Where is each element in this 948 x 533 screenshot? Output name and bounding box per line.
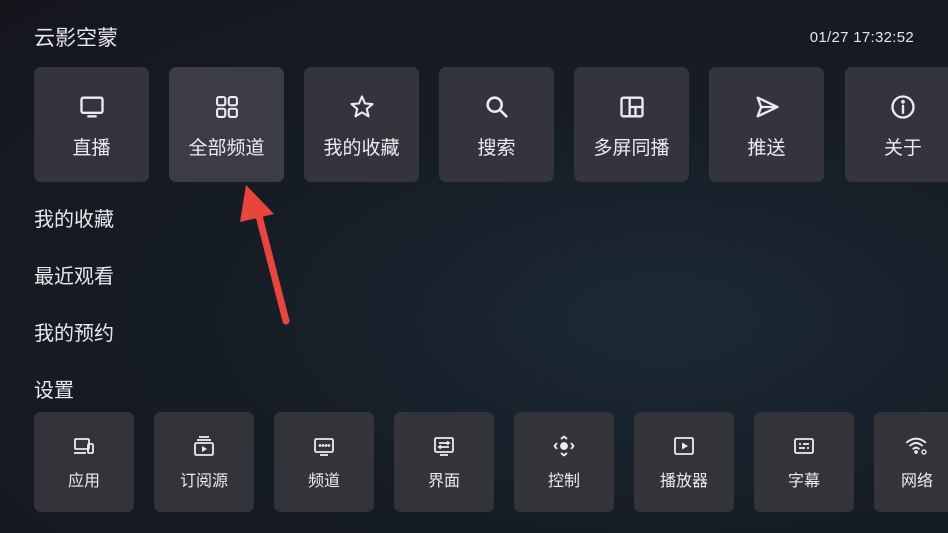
settings-app-button[interactable]: 应用 xyxy=(34,412,134,512)
grid-icon xyxy=(213,93,241,121)
search-icon xyxy=(483,93,511,121)
app-title: 云影空蒙 xyxy=(34,26,118,50)
multiscreen-icon xyxy=(618,93,646,121)
settings-subtitles-button[interactable]: 字幕 xyxy=(754,412,854,512)
channel-icon xyxy=(312,434,336,458)
clock: 01/27 17:32:52 xyxy=(809,29,914,46)
menu-push-button[interactable]: 推送 xyxy=(709,67,824,182)
settings-channel-button[interactable]: 频道 xyxy=(274,412,374,512)
subscription-icon xyxy=(192,434,216,458)
play-icon xyxy=(672,434,696,458)
tv-icon xyxy=(78,93,106,121)
link-recently-watched[interactable]: 最近观看 xyxy=(34,260,114,289)
settings-app-label: 应用 xyxy=(67,471,100,490)
menu-about-button[interactable]: 关于 xyxy=(845,67,948,182)
interface-icon xyxy=(432,434,456,458)
menu-favorites-button[interactable]: 我的收藏 xyxy=(304,67,419,182)
settings-control-button[interactable]: 控制 xyxy=(514,412,614,512)
settings-subscription-label: 订阅源 xyxy=(179,471,228,490)
settings-interface-label: 界面 xyxy=(427,471,460,490)
settings-control-label: 控制 xyxy=(547,471,580,490)
wifi-settings-icon xyxy=(905,434,929,458)
menu-live-label: 直播 xyxy=(72,137,111,159)
settings-interface-button[interactable]: 界面 xyxy=(394,412,494,512)
menu-favorites-label: 我的收藏 xyxy=(323,137,400,159)
menu-multiscreen-button[interactable]: 多屏同播 xyxy=(574,67,689,182)
menu-search-button[interactable]: 搜索 xyxy=(439,67,554,182)
settings-network-button[interactable]: 网络 xyxy=(874,412,948,512)
settings-title: 设置 xyxy=(34,378,74,402)
devices-icon xyxy=(72,434,96,458)
settings-player-label: 播放器 xyxy=(659,471,708,490)
menu-all-channels-label: 全部频道 xyxy=(188,137,265,159)
menu-about-label: 关于 xyxy=(883,137,922,159)
settings-subtitles-label: 字幕 xyxy=(787,471,820,490)
send-icon xyxy=(753,93,781,121)
info-icon xyxy=(889,93,917,121)
menu-all-channels-button[interactable]: 全部频道 xyxy=(169,67,284,182)
subtitles-icon xyxy=(792,434,816,458)
settings-network-label: 网络 xyxy=(900,471,933,490)
star-icon xyxy=(348,93,376,121)
settings-player-button[interactable]: 播放器 xyxy=(634,412,734,512)
settings-channel-label: 频道 xyxy=(307,471,340,490)
menu-push-label: 推送 xyxy=(747,137,786,159)
menu-search-label: 搜索 xyxy=(477,137,516,159)
menu-live-button[interactable]: 直播 xyxy=(34,67,149,182)
settings-subscription-button[interactable]: 订阅源 xyxy=(154,412,254,512)
link-my-favorites[interactable]: 我的收藏 xyxy=(34,203,114,232)
menu-multiscreen-label: 多屏同播 xyxy=(593,137,670,159)
link-my-reservations[interactable]: 我的预约 xyxy=(34,317,114,346)
dpad-icon xyxy=(552,434,576,458)
